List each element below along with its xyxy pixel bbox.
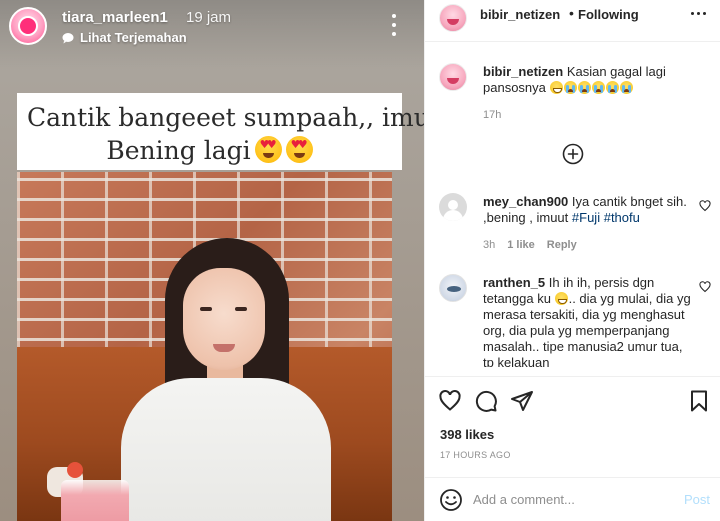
crying-emoji-icon — [591, 81, 605, 94]
post-sidebar: bibir_netizen • Following bibir_netizen … — [424, 0, 720, 521]
photo-eye-left — [200, 307, 212, 311]
story-caption-line-2-text: Bening lagi — [106, 136, 251, 165]
comment-reply-button[interactable]: Reply — [547, 239, 577, 251]
comment-likes-mey[interactable]: 1 like — [507, 239, 535, 251]
crying-emoji-icon — [563, 81, 577, 94]
save-bookmark-icon[interactable] — [688, 389, 710, 413]
like-heart-icon[interactable] — [438, 389, 462, 413]
photo-eye-right — [235, 307, 247, 311]
follow-status-button[interactable]: Following — [578, 7, 639, 22]
comment-username-mey[interactable]: mey_chan900 — [483, 194, 568, 209]
add-comment-bar: Post — [425, 477, 720, 521]
heart-eyes-emoji-icon — [285, 136, 313, 163]
header-avatar[interactable] — [439, 4, 467, 32]
crying-emoji-icon — [577, 81, 591, 94]
translate-button[interactable]: Lihat Terjemahan — [62, 30, 187, 45]
comment-like-heart-icon[interactable] — [699, 200, 711, 212]
share-paper-plane-icon[interactable] — [510, 389, 534, 413]
photo-flower — [67, 462, 83, 478]
story-time-ago: 19 jam — [186, 9, 232, 26]
grinning-sweat-emoji-icon — [549, 81, 563, 94]
photo-shirt — [121, 378, 331, 521]
heart-eyes-emoji-icon — [254, 136, 282, 163]
crying-emoji-icon — [605, 81, 619, 94]
caption-username[interactable]: bibir_netizen — [483, 64, 563, 79]
photo-drink-cup — [61, 480, 129, 521]
story-caption-line-1: Cantik bangeeet sumpaah,, imut — [27, 103, 424, 132]
emoji-smiley-icon[interactable] — [439, 488, 463, 512]
story-caption-card: Cantik bangeeet sumpaah,, imut Bening la… — [17, 93, 424, 170]
photo-face — [183, 268, 265, 370]
grinning-sweat-emoji-icon — [554, 292, 568, 305]
header-username[interactable]: bibir_netizen — [480, 7, 560, 22]
translate-bubble-icon — [62, 32, 74, 43]
hashtag-link[interactable]: #thofu — [604, 210, 640, 225]
comment-text-ranthen: ranthen_5 Ih ih ih, persis dgn tetangga … — [483, 275, 695, 367]
post-age: 17 HOURS AGO — [440, 450, 511, 460]
comment-avatar-mey[interactable] — [439, 193, 467, 221]
post-header: bibir_netizen • Following — [425, 0, 720, 42]
more-options-icon[interactable] — [691, 12, 706, 15]
story-avatar-logo-icon — [18, 16, 38, 36]
story-username[interactable]: tiara_marleen1 — [62, 9, 168, 26]
add-comment-input[interactable] — [473, 488, 673, 510]
hashtag-link[interactable]: #Fuji — [572, 210, 600, 225]
story-photo — [17, 172, 392, 521]
header-separator: • — [569, 5, 574, 21]
post-comment-button[interactable]: Post — [684, 492, 710, 507]
comment-like-heart-icon[interactable] — [699, 281, 711, 293]
caption-time: 17h — [483, 109, 502, 121]
story-more-options-icon[interactable] — [388, 14, 400, 36]
story-avatar[interactable] — [9, 7, 47, 45]
translate-label: Lihat Terjemahan — [80, 30, 187, 45]
comment-time-mey: 3h — [483, 239, 496, 251]
crying-emoji-icon — [619, 81, 633, 94]
comment-meta-mey: 3h 1 like Reply — [483, 239, 577, 251]
load-more-comments-icon[interactable] — [562, 143, 584, 165]
comment-username-ranthen[interactable]: ranthen_5 — [483, 275, 545, 290]
comment-text-mey: mey_chan900 Iya cantik bnget sih. ,benin… — [483, 194, 691, 226]
comment-avatar-ranthen[interactable] — [439, 274, 467, 302]
story-caption-line-2: Bening lagi — [27, 134, 392, 167]
caption-avatar[interactable] — [439, 63, 467, 91]
caption-text: bibir_netizen Kasian gagal lagi pansosny… — [483, 64, 703, 96]
caption-meta: 17h — [483, 109, 501, 121]
story-panel: Cantik bangeeet sumpaah,, imut Bening la… — [0, 0, 424, 521]
comment-bubble-icon[interactable] — [474, 389, 498, 413]
likes-count[interactable]: 398 likes — [440, 427, 494, 442]
